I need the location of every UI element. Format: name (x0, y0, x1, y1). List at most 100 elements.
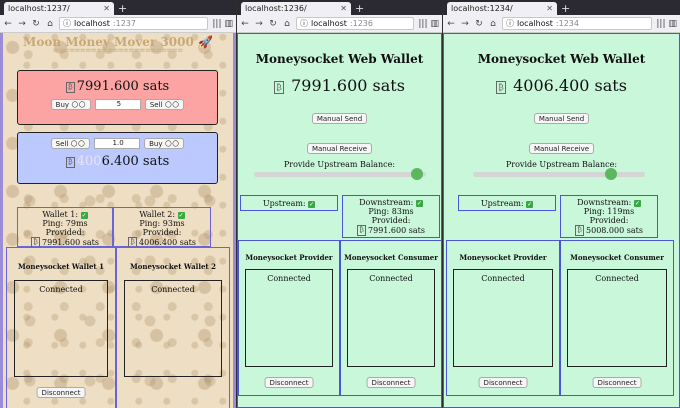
new-tab-icon[interactable]: + (355, 2, 364, 15)
connection-status: Connected (369, 274, 413, 283)
buy-button[interactable]: Buy 🌕🌕 (144, 138, 185, 149)
manual-send-button[interactable]: Manual Send (311, 113, 368, 124)
url-host: localhost (74, 19, 110, 28)
buy-button[interactable]: Buy 🌕🌕 (50, 99, 91, 110)
sidebar-icon[interactable]: ▥ (224, 19, 233, 29)
section-title: Moneysocket Provider (245, 253, 333, 262)
section-title: Moneysocket Wallet 1 (18, 262, 104, 271)
bitcoin-icon: ₿ (274, 81, 285, 94)
ping-text: Ping: 79ms (42, 219, 88, 228)
new-tab-icon[interactable]: + (561, 2, 570, 15)
library-icon[interactable]: ||| (418, 19, 427, 29)
ping-text: Ping: 93ms (139, 219, 185, 228)
connection-status-box: Connected (347, 269, 435, 367)
provided-label: Provided: (589, 216, 629, 225)
slider-handle[interactable] (604, 168, 617, 180)
close-tab-icon[interactable]: ✕ (546, 4, 553, 13)
moon-app: Moon Money Mover 3000 🚀 ================… (0, 33, 236, 408)
url-host: localhost (311, 19, 347, 28)
reload-icon[interactable]: ↻ (268, 19, 278, 29)
provided-value: ₿ 7991.600 sats (343, 225, 439, 236)
info-icon[interactable]: ⓘ (506, 18, 514, 29)
manual-receive-button[interactable]: Manual Receive (306, 143, 373, 154)
connection-status-box: Connected (245, 269, 333, 367)
downstream-status: Downstream: ✓ Ping: 119ms Provided: ₿ 500… (560, 195, 658, 238)
ping-text: Ping: 83ms (368, 207, 414, 216)
provided-label: Provided: (45, 228, 85, 237)
app-title: Moneysocket Web Wallet (477, 52, 646, 66)
tab-bar: localhost:1236/ ✕ + (237, 0, 442, 15)
browser-tab[interactable]: localhost:1234/ ✕ (447, 2, 557, 15)
wallet-balance: ₿ 4006.400 sats (444, 76, 679, 95)
back-icon[interactable]: ← (3, 19, 13, 29)
check-icon: ✓ (415, 200, 423, 207)
connection-status: Connected (481, 274, 525, 283)
sidebar-icon[interactable]: ▥ (668, 19, 677, 29)
disconnect-button[interactable]: Disconnect (478, 377, 528, 388)
reload-icon[interactable]: ↻ (31, 19, 41, 29)
home-icon[interactable]: ⌂ (488, 19, 498, 29)
forward-icon[interactable]: → (17, 19, 27, 29)
url-bar[interactable]: ⓘ localhost:1237 (59, 17, 209, 30)
panel-balance: ₿ 7991.600 sats (18, 79, 217, 94)
forward-icon[interactable]: → (460, 19, 470, 29)
slider-handle[interactable] (411, 168, 424, 180)
forward-icon[interactable]: → (254, 19, 264, 29)
amount-input[interactable]: 5 (94, 99, 141, 110)
downstream-status: Downstream: ✓ Ping: 83ms Provided: ₿ 7991… (342, 195, 440, 238)
upstream-balance-label: Provide Upstream Balance: (283, 160, 396, 169)
url-port: :1237 (112, 19, 136, 28)
bitcoin-icon: ₿ (496, 81, 507, 94)
disconnect-button[interactable]: Disconnect (264, 377, 314, 388)
home-icon[interactable]: ⌂ (282, 19, 292, 29)
browser-tab[interactable]: localhost:1236/ ✕ (241, 2, 351, 15)
wallet-balance: ₿ 7991.600 sats (238, 76, 441, 95)
wallet2-trade-panel: Sell 🌕🌕 1.0 Buy 🌕🌕 ₿ 4006.400 sats (17, 132, 218, 184)
check-icon: ✓ (80, 212, 88, 219)
disconnect-button[interactable]: Disconnect (366, 377, 416, 388)
amount-input[interactable]: 1.0 (94, 138, 141, 149)
sidebar-icon[interactable]: ▥ (430, 19, 439, 29)
check-icon: ✓ (526, 201, 534, 208)
browser-window-1234: localhost:1234/ ✕ + ← → ↻ ⌂ ⓘ localhost:… (443, 0, 680, 408)
home-icon[interactable]: ⌂ (45, 19, 55, 29)
nav-bar: ← → ↻ ⌂ ⓘ localhost:1234 ||| ▥ (443, 15, 680, 33)
upstream-balance-slider[interactable] (254, 168, 426, 180)
url-bar[interactable]: ⓘ localhost:1236 (296, 17, 415, 30)
bitcoin-icon: ₿ (65, 82, 75, 93)
info-icon[interactable]: ⓘ (300, 18, 308, 29)
provided-value: ₿ 5008.000 sats (561, 225, 657, 236)
app-title: Moneysocket Web Wallet (255, 52, 424, 66)
disconnect-button[interactable]: Disconnect (36, 387, 86, 398)
upstream-status: Upstream: ✓ (458, 195, 556, 211)
upstream-balance-label: Provide Upstream Balance: (505, 160, 618, 169)
library-icon[interactable]: ||| (656, 19, 665, 29)
connection-status: Connected (267, 274, 311, 283)
url-bar[interactable]: ⓘ localhost:1234 (502, 17, 653, 30)
manual-send-button[interactable]: Manual Send (533, 113, 590, 124)
bitcoin-icon: ₿ (357, 225, 367, 236)
back-icon[interactable]: ← (446, 19, 456, 29)
tab-bar: localhost:1237/ ✕ + (0, 0, 236, 15)
new-tab-icon[interactable]: + (118, 2, 127, 15)
sell-button[interactable]: Sell 🌕🌕 (144, 99, 185, 110)
upstream-balance-slider[interactable] (473, 168, 645, 180)
moneysocket-provider: Moneysocket Provider Connected Disconnec… (238, 240, 340, 396)
close-tab-icon[interactable]: ✕ (340, 4, 347, 13)
moneysocket-consumer: Moneysocket Consumer Connected Disconnec… (340, 240, 441, 396)
info-icon[interactable]: ⓘ (63, 18, 71, 29)
reload-icon[interactable]: ↻ (474, 19, 484, 29)
manual-receive-button[interactable]: Manual Receive (528, 143, 595, 154)
wallet1-status: Wallet 1: ✓ Ping: 79ms Provided: ₿ 7991.6… (17, 207, 113, 248)
bitcoin-icon: ₿ (575, 225, 585, 236)
wallet2-status: Wallet 2: ✓ Ping: 93ms Provided: ₿ 4006.4… (113, 207, 211, 248)
upstream-status: Upstream: ✓ (240, 195, 338, 211)
close-tab-icon[interactable]: ✕ (103, 4, 110, 13)
provided-label: Provided: (371, 216, 411, 225)
browser-tab[interactable]: localhost:1237/ ✕ (4, 2, 114, 15)
library-icon[interactable]: ||| (212, 19, 221, 29)
url-host: localhost (517, 19, 553, 28)
back-icon[interactable]: ← (240, 19, 250, 29)
disconnect-button[interactable]: Disconnect (592, 377, 642, 388)
sell-button[interactable]: Sell 🌕🌕 (50, 138, 91, 149)
